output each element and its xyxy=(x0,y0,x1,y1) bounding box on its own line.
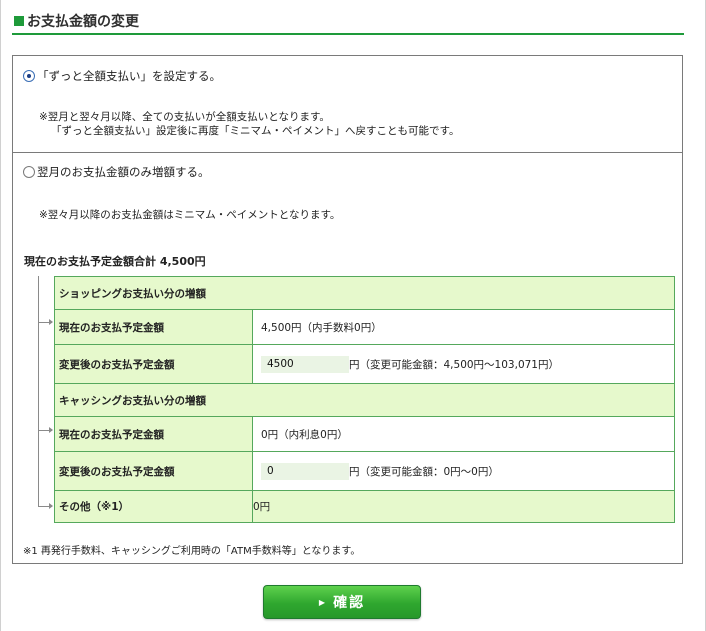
option-full-payment[interactable]: 「ずっと全額支払い」を設定する。 xyxy=(23,68,221,84)
increase-next-note: ※翌々月以降のお支払金額はミニマム・ペイメントとなります。 xyxy=(39,209,341,221)
other-label: その他（※1） xyxy=(54,490,253,523)
total-summary: 現在のお支払予定金額合計 4,500円 xyxy=(24,253,206,269)
footnote: ※1 再発行手数料、キャッシングご利用時の「ATM手数料等」となります。 xyxy=(23,546,361,557)
payment-change-panel: 「ずっと全額支払い」を設定する。 ※翌月と翌々月以降、全ての支払いが全額支払いと… xyxy=(12,55,683,564)
confirm-button-label: 確認 xyxy=(333,595,366,611)
page-title: お支払金額の変更 xyxy=(14,11,139,31)
shopping-current-value: 4,500円（内手数料0円） xyxy=(252,309,675,345)
full-payment-note: ※翌月と翌々月以降、全ての支払いが全額支払いとなります。 「ずっと全額支払い」設… xyxy=(39,110,459,138)
total-label: 現在のお支払予定金額合計 xyxy=(24,255,156,268)
option-increase-next-label: 翌月のお支払金額のみ増額する。 xyxy=(37,165,210,179)
cashing-range-text: 円（変更可能金額：0円〜0円） xyxy=(349,465,499,478)
table-row: その他（※1） 0円 xyxy=(54,490,675,523)
shopping-changed-cell: 円（変更可能金額：4,500円〜103,071円） xyxy=(252,344,675,384)
cashing-current-label: 現在のお支払予定金額 xyxy=(54,416,253,452)
cashing-current-value: 0円（内利息0円） xyxy=(252,416,675,452)
payment-detail-table: ショッピングお支払い分の増額 現在のお支払予定金額 4,500円（内手数料0円）… xyxy=(54,276,675,523)
tree-arrow-icon xyxy=(49,427,53,433)
option-increase-next[interactable]: 翌月のお支払金額のみ増額する。 xyxy=(23,164,210,180)
title-underline xyxy=(12,33,684,35)
cashing-changed-label: 変更後のお支払予定金額 xyxy=(54,451,253,491)
shopping-header: ショッピングお支払い分の増額 xyxy=(54,276,675,310)
cashing-header: キャッシングお支払い分の増額 xyxy=(54,383,675,417)
section-divider xyxy=(13,152,682,153)
radio-increase-next[interactable] xyxy=(23,166,35,178)
tree-arrow-icon xyxy=(49,503,53,509)
cashing-changed-cell: 円（変更可能金額：0円〜0円） xyxy=(252,451,675,491)
tree-arrow-icon xyxy=(49,319,53,325)
table-row: 現在のお支払予定金額 0円（内利息0円） xyxy=(54,416,675,452)
confirm-button[interactable]: ▶ 確認 xyxy=(263,585,421,619)
full-payment-note-line2: 「ずっと全額支払い」設定後に再度「ミニマム・ペイメント」へ戻すことも可能です。 xyxy=(51,125,460,137)
green-square-icon xyxy=(14,16,24,26)
page-title-text: お支払金額の変更 xyxy=(27,14,139,30)
tree-connector xyxy=(38,276,39,506)
table-row: 現在のお支払予定金額 4,500円（内手数料0円） xyxy=(54,309,675,345)
radio-full-payment[interactable] xyxy=(23,70,35,82)
shopping-current-label: 現在のお支払予定金額 xyxy=(54,309,253,345)
full-payment-note-line1: ※翌月と翌々月以降、全ての支払いが全額支払いとなります。 xyxy=(39,111,330,123)
other-value: 0円 xyxy=(252,490,675,523)
cashing-amount-input[interactable] xyxy=(261,462,349,480)
shopping-amount-input[interactable] xyxy=(261,355,349,373)
table-row: 変更後のお支払予定金額 円（変更可能金額：0円〜0円） xyxy=(54,451,675,491)
page-frame-left xyxy=(0,0,1,631)
shopping-changed-label: 変更後のお支払予定金額 xyxy=(54,344,253,384)
table-row: 変更後のお支払予定金額 円（変更可能金額：4,500円〜103,071円） xyxy=(54,344,675,384)
play-arrow-icon: ▶ xyxy=(318,597,328,607)
option-full-payment-label: 「ずっと全額支払い」を設定する。 xyxy=(37,69,221,83)
shopping-range-text: 円（変更可能金額：4,500円〜103,071円） xyxy=(349,358,559,371)
total-amount: 4,500円 xyxy=(159,255,206,268)
